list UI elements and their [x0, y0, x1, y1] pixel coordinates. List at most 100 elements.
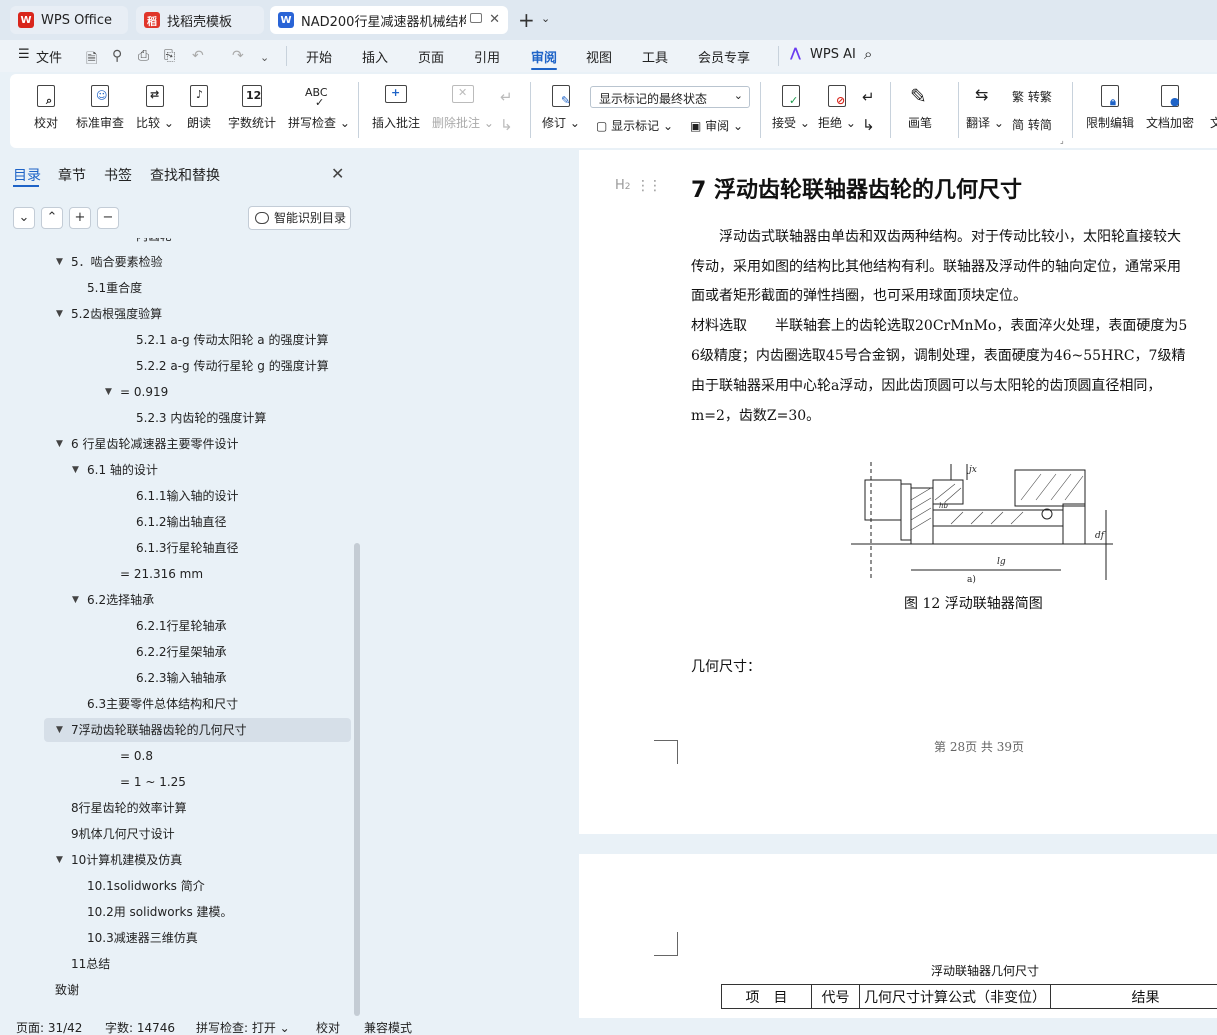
menu-view[interactable]: 视图	[586, 47, 612, 66]
drag-handle-icon[interactable]: ⋮⋮	[636, 178, 662, 194]
print-icon[interactable]: ⎙	[138, 48, 149, 64]
insert-comment-button[interactable]: + 插入批注	[372, 84, 420, 131]
translate-button[interactable]: ⇆ 翻译 ⌄	[966, 84, 1004, 131]
hamburger-icon[interactable]: ☰	[18, 47, 30, 62]
word-count-indicator[interactable]: 字数: 14746	[105, 1019, 175, 1035]
chevron-down-icon[interactable]: ⌄	[541, 12, 550, 25]
toc-item[interactable]: ▼ = 0.919	[105, 380, 168, 404]
doc-encrypt-button[interactable]: ● 文档加密	[1146, 84, 1194, 131]
to-traditional-button[interactable]: 繁 转繁	[1012, 88, 1052, 105]
toc-item[interactable]: 5.2.1 a-g 传动太阳轮 a 的强度计算	[136, 328, 328, 352]
redo-icon[interactable]: ↷	[232, 48, 244, 64]
expand-arrow-icon[interactable]: ▼	[56, 432, 63, 456]
undo-icon[interactable]: ↶	[192, 48, 204, 64]
share-icon[interactable]: ⚲	[112, 48, 122, 64]
display-state-select[interactable]: 显示标记的最终状态 ⌄	[590, 86, 750, 108]
word-count-button[interactable]: 12 字数统计	[228, 84, 276, 131]
menu-insert[interactable]: 插入	[362, 47, 388, 66]
restrict-edit-button[interactable]: 🔒︎ 限制编辑	[1086, 84, 1134, 131]
toc-item[interactable]: 6.2.1行星轮轴承	[136, 614, 227, 638]
next-comment-icon[interactable]: ↳	[500, 116, 513, 134]
tab-bookmark[interactable]: 书签	[104, 165, 132, 185]
menu-review[interactable]: 审阅	[531, 47, 557, 66]
save-icon[interactable]: 🗎	[86, 48, 97, 72]
more-ribbon-button[interactable]: 文	[1204, 84, 1217, 131]
expand-arrow-icon[interactable]: ▼	[56, 848, 63, 872]
toc-item[interactable]: 5.1重合度	[87, 276, 142, 300]
tab-toc[interactable]: 目录	[13, 165, 41, 185]
toc-item[interactable]: 6.1.2输出轴直径	[136, 510, 227, 534]
toc-item[interactable]: 6.1.1输入轴的设计	[136, 484, 239, 508]
window-icon[interactable]	[470, 13, 482, 23]
tab-wps-office[interactable]: W WPS Office	[10, 6, 128, 34]
review-pane-button[interactable]: ▣ 审阅 ⌄	[690, 117, 743, 134]
toc-item[interactable]: 6.2.3输入轴轴承	[136, 666, 227, 690]
toc-item[interactable]: 致谢	[55, 978, 79, 1002]
expand-arrow-icon[interactable]: ▼	[56, 250, 63, 274]
smart-toc-button[interactable]: 智能识别目录	[248, 206, 351, 230]
toc-item[interactable]: ▼ 6 行星齿轮减速器主要零件设计	[56, 432, 238, 456]
toc-item[interactable]: ▼ 5.2齿根强度验算	[56, 302, 162, 326]
revise-button[interactable]: ✎ 修订 ⌄	[542, 84, 580, 131]
delete-comment-button[interactable]: ✕ 删除批注 ⌄	[432, 84, 494, 131]
menu-page[interactable]: 页面	[418, 47, 444, 66]
next-revision-icon[interactable]: ↳	[862, 116, 875, 134]
wps-ai-icon[interactable]: ⋀	[790, 46, 801, 61]
expand-icon[interactable]: ⌟	[1060, 136, 1064, 145]
proofread-button[interactable]: ⌕ 校对	[34, 84, 58, 131]
proofread-status[interactable]: 校对	[316, 1019, 340, 1035]
expand-arrow-icon[interactable]: ▼	[105, 380, 112, 404]
tab-document[interactable]: W NAD200行星减速器机械结构... ✕	[270, 6, 508, 34]
toc-item[interactable]: 11总结	[71, 952, 110, 976]
spell-check-button[interactable]: ABC ✓ 拼写检查 ⌄	[288, 84, 350, 131]
toc-item[interactable]: ▼ 5．啮合要素检验	[56, 250, 163, 274]
prev-comment-icon[interactable]: ↵	[500, 88, 513, 106]
close-icon[interactable]: ✕	[331, 164, 344, 183]
toc-item[interactable]: = 1 ~ 1.25	[120, 770, 186, 794]
toc-item[interactable]: ▼ 10计算机建模及仿真	[56, 848, 182, 872]
toc-item[interactable]: = 0.8	[120, 744, 153, 768]
standard-review-button[interactable]: ☺ 标准审查	[76, 84, 124, 131]
menu-member[interactable]: 会员专享	[698, 47, 750, 66]
toc-item[interactable]: 内齿轮	[136, 238, 172, 248]
toc-item[interactable]: ▼ 6.2选择轴承	[72, 588, 154, 612]
chevron-down-icon[interactable]: ⌄	[260, 51, 269, 64]
menu-start[interactable]: 开始	[306, 47, 332, 66]
toc-item[interactable]: 9机体几何尺寸设计	[71, 822, 175, 846]
tab-find-replace[interactable]: 查找和替换	[150, 165, 220, 185]
add-icon[interactable]: +	[69, 207, 91, 229]
chevron-up-icon[interactable]: ⌃	[41, 207, 63, 229]
toc-item[interactable]: 5.2.2 a-g 传动行星轮 g 的强度计算	[136, 354, 329, 378]
scrollbar[interactable]	[354, 543, 360, 1016]
toc-item[interactable]: 6.2.2行星架轴承	[136, 640, 227, 664]
prev-revision-icon[interactable]: ↵	[862, 88, 875, 106]
toc-item[interactable]: 6.3主要零件总体结构和尺寸	[87, 692, 238, 716]
expand-arrow-icon[interactable]: ▼	[56, 718, 63, 742]
add-tab-icon[interactable]: +	[518, 8, 535, 32]
show-markup-button[interactable]: ▢ 显示标记 ⌄	[596, 117, 673, 134]
reject-button[interactable]: ⊘ 拒绝 ⌄	[818, 84, 856, 131]
toc-item[interactable]: 6.1.3行星轮轴直径	[136, 536, 239, 560]
toc-item[interactable]: = 21.316 mm	[120, 562, 203, 586]
menu-tools[interactable]: 工具	[642, 47, 668, 66]
toc-item[interactable]: ▼ 7浮动齿轮联轴器齿轮的几何尺寸	[56, 718, 247, 742]
toc-item[interactable]: ▼ 6.1 轴的设计	[72, 458, 158, 482]
expand-arrow-icon[interactable]: ▼	[72, 588, 79, 612]
toc-item[interactable]: 10.2用 solidworks 建模。	[87, 900, 233, 924]
tab-templates[interactable]: 稻 找稻壳模板	[136, 6, 264, 34]
toc-item[interactable]: 8行星齿轮的效率计算	[71, 796, 187, 820]
accept-button[interactable]: ✓ 接受 ⌄	[772, 84, 810, 131]
print-preview-icon[interactable]: ⎘	[164, 48, 175, 64]
tab-chapter[interactable]: 章节	[58, 165, 86, 185]
toc-item[interactable]: 10.3减速器三维仿真	[87, 926, 198, 950]
search-icon[interactable]: ⌕	[864, 45, 872, 63]
toc-item[interactable]: 10.1solidworks 简介	[87, 874, 205, 898]
to-simplified-button[interactable]: 简 转简	[1012, 116, 1052, 133]
toc-item[interactable]: 5.2.3 内齿轮的强度计算	[136, 406, 266, 430]
expand-arrow-icon[interactable]: ▼	[72, 458, 79, 482]
expand-arrow-icon[interactable]: ▼	[56, 302, 63, 326]
remove-icon[interactable]: −	[97, 207, 119, 229]
spell-check-toggle[interactable]: 拼写检查: 打开 ⌄	[196, 1019, 290, 1035]
close-icon[interactable]: ✕	[489, 12, 500, 27]
menu-wps-ai[interactable]: WPS AI	[810, 47, 856, 62]
